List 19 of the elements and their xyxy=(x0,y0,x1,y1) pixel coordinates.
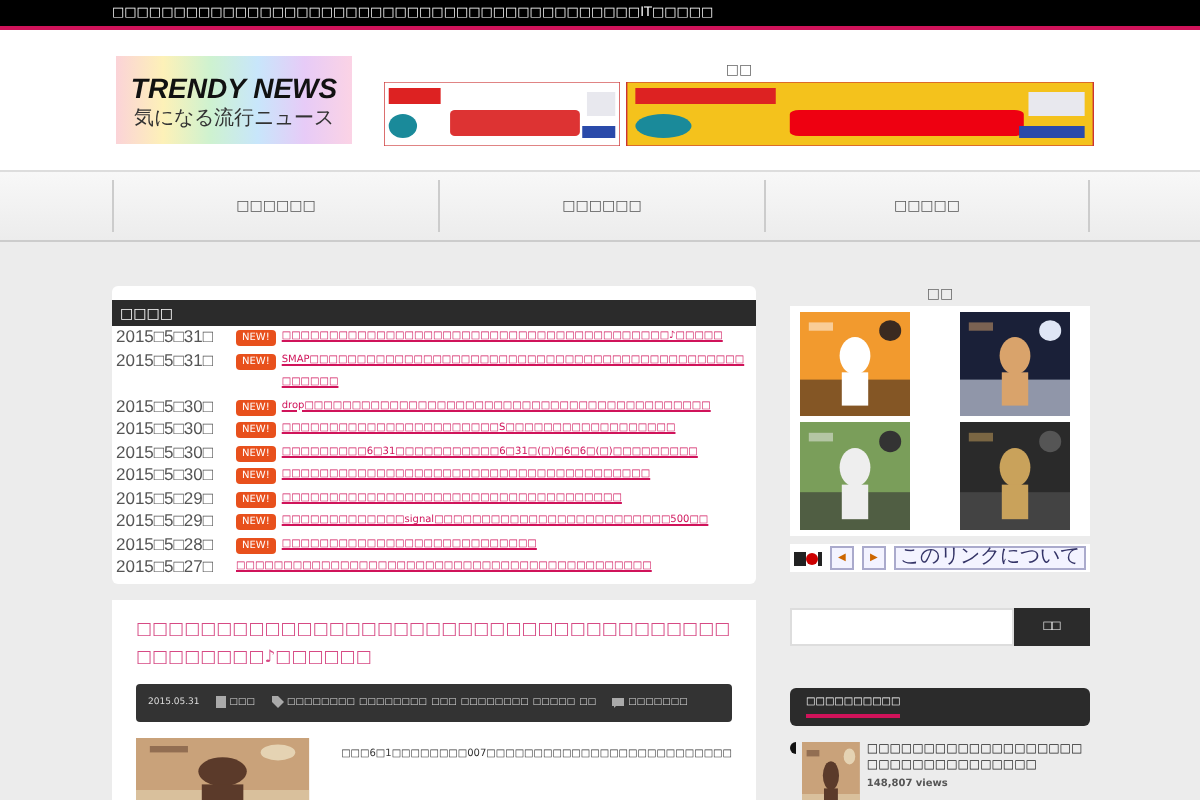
post-title[interactable]: □□□□□□□□□□□□□□□□□□□□□□□□□□□□□□□□□□□□□□□□□□□□□♪□□□□□□ xyxy=(136,615,732,671)
site-logo[interactable]: TRENDY NEWS 気になる流行ニュース xyxy=(116,56,352,144)
tag-icon xyxy=(271,696,284,708)
news-date: 2015□5□29□ xyxy=(116,510,215,533)
news-date: 2015□5□27□ xyxy=(116,556,215,579)
document-icon xyxy=(215,696,226,708)
news-date: 2015□5□30□ xyxy=(116,441,215,464)
search-field[interactable] xyxy=(790,608,1014,646)
news-date: 2015□5□30□ xyxy=(116,418,215,441)
about-link-button[interactable]: このリンクについて xyxy=(894,546,1087,570)
news-date: 2015□5□31□ xyxy=(116,326,215,349)
comment-icon xyxy=(612,697,625,707)
store-logo-icon xyxy=(794,551,822,565)
news-date: 2015□5□31□ xyxy=(116,349,215,372)
news-date: 2015□5□30□ xyxy=(116,464,215,487)
bullet-icon xyxy=(790,742,797,754)
news-date: 2015□5□28□ xyxy=(116,533,215,556)
news-date: 2015□5□29□ xyxy=(116,487,215,510)
news-date: 2015□5□30□ xyxy=(116,395,215,418)
